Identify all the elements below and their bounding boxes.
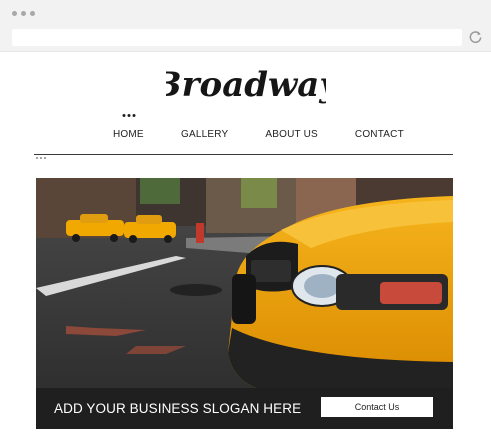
- nav-item-gallery[interactable]: GALLERY: [181, 119, 228, 140]
- nav-label-gallery: GALLERY: [181, 129, 229, 140]
- contact-us-button[interactable]: Contact Us: [321, 397, 433, 417]
- address-bar[interactable]: [12, 29, 462, 46]
- slogan-band: ADD YOUR BUSINESS SLOGAN HERE Contact Us: [36, 388, 453, 429]
- reload-icon[interactable]: [468, 29, 483, 44]
- browser-frame: Broadway HOME GALLERY ABOUT US CONTACT: [0, 0, 491, 440]
- nav-label-contact: CONTACT: [354, 129, 404, 140]
- active-indicator-icon: [122, 114, 136, 117]
- divider-dots-icon: [36, 157, 46, 159]
- nav-item-contact[interactable]: CONTACT: [355, 119, 404, 140]
- window-dots-icon: [12, 11, 35, 16]
- nav-label-home: HOME: [113, 129, 144, 140]
- business-slogan: ADD YOUR BUSINESS SLOGAN HERE: [54, 401, 302, 416]
- logo-text: Broadway: [166, 65, 326, 105]
- nav-divider: [34, 154, 453, 155]
- hero-banner: ADD YOUR BUSINESS SLOGAN HERE Contact Us: [36, 178, 453, 429]
- browser-chrome: [0, 0, 491, 52]
- site-logo[interactable]: Broadway: [0, 58, 491, 113]
- nav-item-home[interactable]: HOME: [113, 114, 145, 140]
- nav-item-about[interactable]: ABOUT US: [265, 119, 318, 140]
- nav-label-about: ABOUT US: [265, 129, 318, 140]
- main-nav: HOME GALLERY ABOUT US CONTACT: [113, 114, 404, 140]
